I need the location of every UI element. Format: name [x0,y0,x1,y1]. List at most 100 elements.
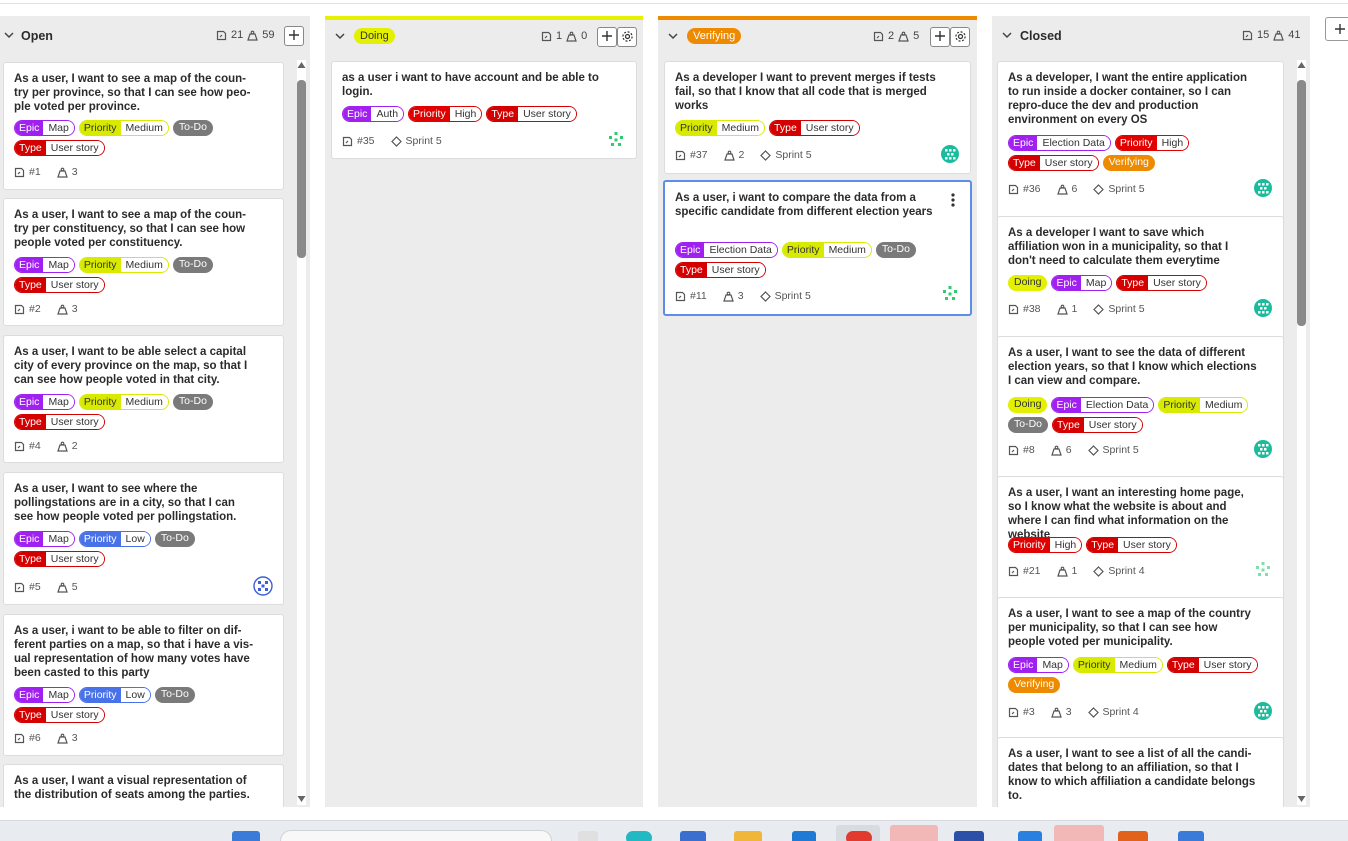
tag-priority[interactable]: Priority Medium [781,242,872,258]
app-icon[interactable] [626,831,652,841]
scroll-up-icon[interactable] [297,60,306,70]
app-icon-active[interactable] [890,825,938,841]
add-column-button[interactable] [1325,17,1348,41]
tag-epic[interactable]: Epic Election Data [1008,135,1111,151]
tag-priority[interactable]: Priority Low [78,687,151,703]
tag-status[interactable]: To-Do [172,257,213,273]
scroll-down-icon[interactable] [297,794,306,804]
tag-type[interactable]: Type User story [14,414,105,430]
card-36[interactable]: As a developer, I want the entire applic… [997,61,1284,223]
assignee-avatar[interactable] [940,144,960,164]
card-1[interactable]: As a user, I want to see a map of the co… [3,62,284,190]
start-icon[interactable] [232,831,260,841]
assignee-avatar[interactable] [1253,439,1273,459]
assignee-avatar[interactable] [1253,298,1273,318]
scrollbar-closed[interactable] [1297,60,1306,805]
tag-type[interactable]: Type User story [14,707,105,723]
app-icon-active[interactable] [1054,825,1104,841]
app-icon[interactable] [1018,831,1042,841]
chevron-down-icon[interactable] [334,30,346,42]
card-11[interactable]: As a user, i want to compare the data fr… [663,180,972,316]
tag-epic[interactable]: Epic Auth [342,106,405,122]
tag-priority[interactable]: Priority Medium [78,120,169,136]
assignee-avatar[interactable] [253,576,273,596]
tag-type[interactable]: Type User story [1086,537,1177,553]
card-8[interactable]: As a user, I want to see the data of dif… [997,336,1284,484]
app-icon[interactable] [1178,831,1204,841]
tag-epic[interactable]: Epic Election Data [675,242,778,258]
assignee-avatar[interactable] [1253,560,1273,580]
assignee-avatar[interactable] [1253,178,1273,198]
card-38[interactable]: As a developer I want to save which affi… [997,216,1284,344]
scrollbar-open[interactable] [297,60,306,805]
chevron-down-icon[interactable] [1001,29,1013,41]
tag-epic[interactable]: Epic Map [14,120,75,136]
tag-epic[interactable]: Epic Map [14,257,75,273]
card-3[interactable]: As a user, I want to see a map of the co… [997,597,1284,745]
app-icon[interactable] [578,831,598,841]
card-6[interactable]: As a user, i want to be able to filter o… [3,614,284,756]
add-card-button[interactable] [930,27,950,47]
app-icon[interactable] [954,831,984,841]
tag-type[interactable]: Type User story [14,551,105,567]
tag-type[interactable]: Type User story [14,140,105,156]
tag-epic[interactable]: Epic Map [1051,275,1113,291]
tag-epic[interactable]: Epic Map [14,531,75,547]
card-partial[interactable]: As a user, I want a visual representatio… [3,764,284,807]
browser-icon[interactable] [846,831,872,841]
chevron-down-icon[interactable] [667,30,679,42]
app-icon[interactable] [1118,831,1148,841]
assignee-avatar[interactable] [606,130,626,150]
tag-priority[interactable]: Priority High [1008,537,1083,553]
app-icon[interactable] [680,831,706,841]
scroll-thumb[interactable] [297,80,306,258]
tag-priority[interactable]: Priority High [1114,135,1190,151]
card-5[interactable]: As a user, I want to see where the polli… [3,472,284,605]
add-card-button[interactable] [597,27,617,47]
tag-priority[interactable]: Priority Medium [1158,397,1249,413]
tag-status[interactable]: To-Do [172,394,213,410]
scroll-up-icon[interactable] [1297,60,1306,70]
card-37[interactable]: As a developer I want to prevent merges … [664,61,971,174]
chevron-down-icon[interactable] [3,29,15,41]
tag-type[interactable]: Type User story [675,262,766,278]
tag-priority[interactable]: Priority Medium [1072,657,1163,673]
folder-icon[interactable] [734,831,762,841]
scroll-thumb[interactable] [1297,80,1306,326]
tag-status[interactable]: To-Do [154,531,195,547]
tag-epic[interactable]: Epic Map [14,687,75,703]
tag-status[interactable]: To-Do [1008,417,1049,433]
tag-epic[interactable]: Epic Election Data [1051,397,1155,413]
column-settings-button[interactable] [950,27,970,47]
tag-priority[interactable]: Priority High [408,106,483,122]
scroll-down-icon[interactable] [1297,794,1306,804]
tag-priority[interactable]: Priority Medium [78,394,169,410]
app-icon[interactable] [792,831,816,841]
tag-priority[interactable]: Priority Medium [675,120,766,136]
tag-priority[interactable]: Priority Low [78,531,151,547]
column-settings-button[interactable] [617,27,637,47]
tag-type[interactable]: Type User story [14,277,105,293]
tag-type[interactable]: Type User story [769,120,860,136]
tag-type[interactable]: Type User story [486,106,577,122]
card-2[interactable]: As a user, I want to see a map of the co… [3,198,284,326]
tag-epic[interactable]: Epic Map [14,394,75,410]
kebab-icon[interactable] [950,192,956,208]
taskbar-search[interactable] [280,830,552,841]
assignee-avatar[interactable] [1253,701,1273,721]
card-4[interactable]: As a user, I want to be able select a ca… [3,335,284,463]
tag-epic[interactable]: Epic Map [1008,657,1069,673]
tag-status[interactable]: Doing [1008,397,1048,413]
tag-type[interactable]: Type User story [1116,275,1207,291]
card-21[interactable]: As a user, I want an interesting home pa… [997,476,1284,604]
add-card-button[interactable] [284,26,304,46]
tag-status[interactable]: Verifying [1008,677,1061,693]
tag-type[interactable]: Type User story [1166,657,1258,673]
tag-status[interactable]: Doing [1008,275,1048,291]
tag-type[interactable]: Type User story [1052,417,1143,433]
tag-status[interactable]: Verifying [1102,155,1155,171]
tag-type[interactable]: Type User story [1008,155,1099,171]
tag-status[interactable]: To-Do [172,120,213,136]
tag-status[interactable]: To-Do [154,687,195,703]
assignee-avatar[interactable] [940,284,960,304]
